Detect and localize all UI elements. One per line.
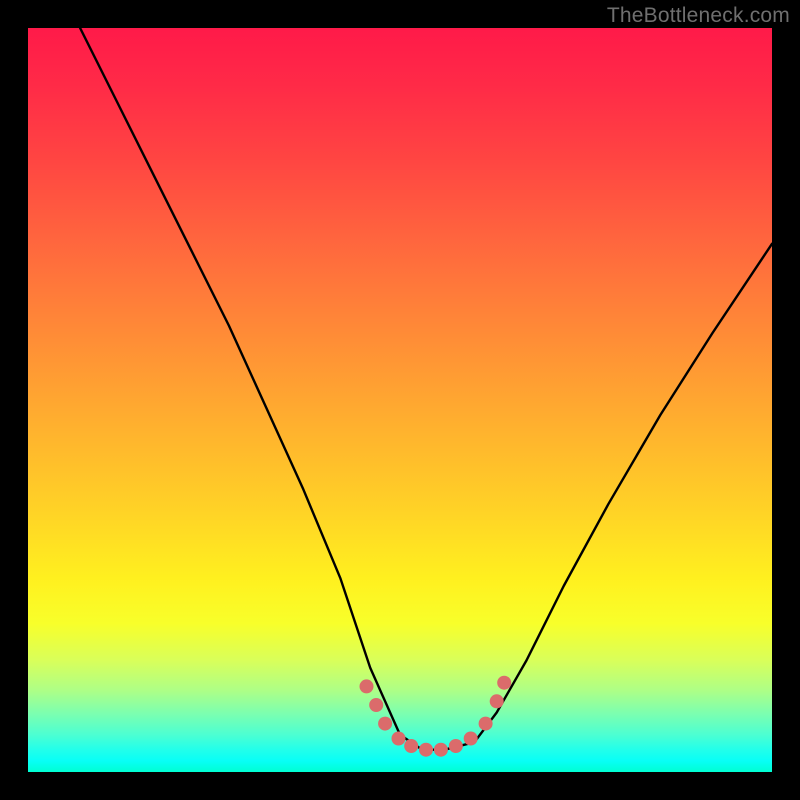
chart-plot-area	[28, 28, 772, 772]
curve-marker	[378, 717, 392, 731]
curve-marker	[404, 739, 418, 753]
curve-marker	[449, 739, 463, 753]
curve-marker	[392, 732, 406, 746]
curve-marker	[434, 743, 448, 757]
curve-marker	[360, 679, 374, 693]
curve-marker	[479, 717, 493, 731]
watermark-text: TheBottleneck.com	[607, 4, 790, 28]
curve-marker	[497, 676, 511, 690]
curve-line	[80, 28, 772, 750]
chart-frame: TheBottleneck.com	[0, 0, 800, 800]
bottleneck-curve	[28, 28, 772, 772]
curve-marker	[490, 694, 504, 708]
curve-marker	[419, 743, 433, 757]
curve-marker	[369, 698, 383, 712]
curve-marker	[464, 732, 478, 746]
